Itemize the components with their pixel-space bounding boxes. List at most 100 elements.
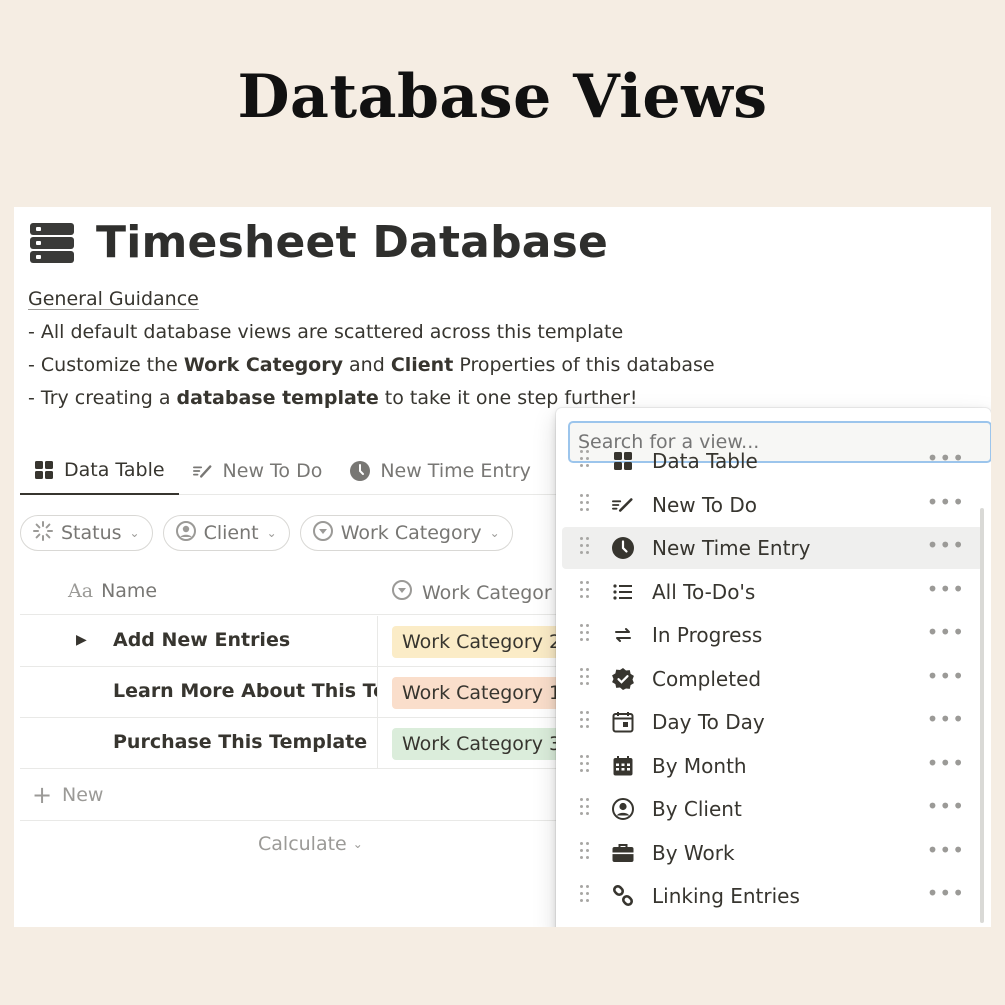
view-switcher-menu: Data Table ••• New To Do ••• New Time Entry •… [556,408,991,927]
calendar-grid-icon [612,755,634,777]
row-name[interactable]: Learn More About This Template [113,680,377,702]
guidance-block: General Guidance - All default database … [28,283,715,415]
view-item-label: New Time Entry [652,536,811,560]
more-options-icon[interactable]: ••• [927,490,965,514]
chevron-circle-icon [392,580,412,605]
text-property-icon: Aa [68,580,94,602]
view-item-completed[interactable]: Completed ••• [562,658,983,700]
view-item-label: By Month [652,753,747,778]
drag-handle-icon[interactable] [580,885,592,905]
view-item-label: All To-Do's [652,579,756,604]
view-item-data-table[interactable]: Data Table ••• [562,440,983,482]
plus-icon: + [32,781,53,809]
link-icon [612,885,634,907]
new-row-button[interactable]: + New [20,771,580,821]
table-row[interactable]: Learn More About This Template Work Cate… [20,667,580,718]
page-title: Timesheet Database [96,217,609,268]
grid-icon [34,460,54,480]
more-options-icon[interactable]: ••• [927,533,965,557]
tab-data-table[interactable]: Data Table [20,447,179,495]
more-options-icon[interactable]: ••• [927,577,965,601]
filter-client[interactable]: Client ⌄ [162,515,290,551]
chevron-down-icon: ⌄ [266,526,277,540]
guidance-heading: General Guidance [28,288,199,310]
table-header: Aa Name Work Categor [20,567,580,615]
view-item-by-work[interactable]: By Work ••• [562,832,983,874]
tab-label: Data Table [64,458,165,481]
chevron-down-icon: ⌄ [489,526,500,540]
clock-icon [612,537,634,559]
headline: Database Views [237,62,768,132]
calculate-button[interactable]: Calculate ⌄ [258,833,363,855]
notion-page: Timesheet Database General Guidance - Al… [14,207,991,927]
drag-handle-icon[interactable] [580,580,592,601]
person-circle-icon [175,520,196,546]
tab-label: New To Do [222,459,323,482]
clock-icon [350,460,371,481]
view-item-label: Completed [652,666,762,691]
view-item-in-progress[interactable]: In Progress ••• [562,614,983,656]
more-options-icon[interactable]: ••• [927,620,965,644]
person-circle-icon [612,798,634,820]
filter-work-category[interactable]: Work Category ⌄ [299,515,513,551]
table-row[interactable]: Purchase This Template Work Category 3 [20,718,580,769]
drag-handle-icon[interactable] [580,711,592,731]
tab-new-to-do[interactable]: New To Do [179,447,337,495]
drag-handle-icon[interactable] [580,841,592,862]
view-item-new-time-entry[interactable]: New Time Entry ••• [562,527,983,569]
column-label: Work Categor [422,581,552,604]
bullet-list-icon [612,581,634,603]
view-item-all-to-do-s[interactable]: All To-Do's ••• [562,571,983,613]
guidance-line: - All default database views are scatter… [28,321,624,343]
title-row: Timesheet Database [30,217,608,268]
arrows-swap-icon [612,624,634,646]
view-item-by-client[interactable]: By Client ••• [562,788,983,830]
more-options-icon[interactable]: ••• [927,707,965,731]
check-badge-icon [612,667,634,690]
column-header-name[interactable]: Aa Name [68,580,157,602]
briefcase-icon [612,842,634,864]
more-options-icon[interactable]: ••• [927,838,965,862]
chevron-down-icon: ⌄ [129,526,140,540]
pencil-list-icon [192,461,213,481]
drag-handle-icon[interactable] [580,754,592,775]
filter-status[interactable]: Status ⌄ [20,515,153,551]
more-options-icon[interactable]: ••• [927,664,965,688]
drag-handle-icon[interactable] [580,450,592,470]
view-item-label: Day To Day [652,710,765,734]
drag-handle-icon[interactable] [580,798,592,818]
view-item-by-month[interactable]: By Month ••• [562,745,983,787]
row-name[interactable]: Purchase This Template [113,731,377,753]
view-item-label: New To Do [652,492,758,517]
chevron-down-icon: ⌄ [352,837,363,851]
view-item-label: By Client [652,797,742,821]
category-tag: Work Category 3 [392,728,572,760]
view-item-linking-entries[interactable]: Linking Entries ••• [562,875,983,917]
filter-bar: Status ⌄ Client ⌄ Work Category ⌄ [20,515,513,551]
table-row[interactable]: ▶ Add New Entries Work Category 2 [20,616,580,667]
view-item-label: In Progress [652,623,763,647]
category-tag: Work Category 1 [392,677,572,709]
row-name[interactable]: Add New Entries [113,629,377,651]
chevron-circle-icon [312,520,333,546]
more-options-icon[interactable]: ••• [927,446,965,470]
tab-new-time-entry[interactable]: New Time Entry [336,447,545,495]
guidance-line: - Customize the Work Category and Client… [28,354,715,376]
view-item-day-to-day[interactable]: Day To Day ••• [562,701,983,743]
view-item-new-to-do[interactable]: New To Do ••• [562,484,983,526]
calendar-day-icon [612,711,634,733]
more-options-icon[interactable]: ••• [927,881,965,905]
drag-handle-icon[interactable] [580,667,592,688]
grid-icon [612,450,634,472]
more-options-icon[interactable]: ••• [927,794,965,818]
more-options-icon[interactable]: ••• [927,751,965,775]
drag-handle-icon[interactable] [580,624,592,644]
tab-label: New Time Entry [380,459,531,482]
toggle-triangle-icon[interactable]: ▶ [76,632,87,648]
new-label: New [62,784,104,806]
column-header-work-category[interactable]: Work Categor [392,580,552,605]
view-item-label: Data Table [652,449,758,473]
scrollbar[interactable] [980,508,984,923]
drag-handle-icon[interactable] [580,493,592,514]
drag-handle-icon[interactable] [580,537,592,557]
